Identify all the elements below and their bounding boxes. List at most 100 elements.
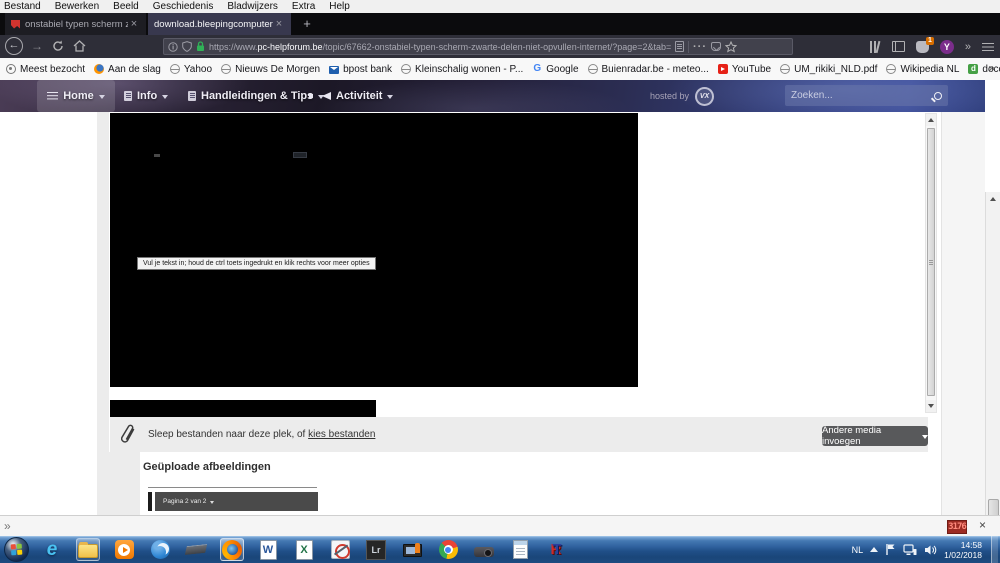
status-overflow-icon[interactable]: » (4, 519, 11, 533)
search-input[interactable] (791, 90, 934, 101)
screen: Bestand Bewerken Beeld Geschiedenis Blad… (0, 0, 1000, 563)
taskbar-internet-explorer[interactable]: e (40, 538, 64, 561)
menu-item-help[interactable]: Help (329, 1, 350, 12)
taskbar-windows-explorer[interactable] (76, 538, 100, 561)
bookmark-um-rikiki-pdf[interactable]: UM_rikiki_NLD.pdf (780, 64, 877, 75)
snipping-tool-icon (330, 540, 350, 559)
taskbar-projector[interactable] (472, 538, 496, 561)
back-button[interactable]: ← (5, 37, 23, 55)
tab-bleepingcomputer[interactable]: download.bleepingcomputer.com/ (148, 13, 291, 35)
bookmark-buienradar[interactable]: Buienradar.be - meteo... (587, 64, 709, 75)
extension-hand-icon[interactable]: 1 (915, 36, 934, 53)
gear-icon (6, 64, 16, 74)
refresh-icon[interactable] (52, 40, 64, 52)
menu-item-bestand[interactable]: Bestand (4, 1, 41, 12)
nav-item-handleidingen[interactable]: Handleidingen & Tips (188, 80, 325, 112)
taskbar-snipping-tool[interactable] (328, 538, 352, 561)
browser-scrollbar[interactable] (985, 192, 1000, 563)
tab-pc-helpforum[interactable]: onstabiel typen scherm zwarte (5, 13, 146, 35)
bookmark-kleinschalig-wonen[interactable]: Kleinschalig wonen - P... (401, 64, 523, 75)
nav-item-info[interactable]: Info (124, 80, 169, 112)
overflow-chevron-icon[interactable]: » (965, 41, 971, 53)
library-icon[interactable] (869, 40, 881, 53)
close-tab-icon[interactable] (128, 18, 140, 30)
firefox-icon (222, 539, 242, 560)
home-icon[interactable] (73, 40, 86, 52)
tray-clock[interactable]: 14:58 1/02/2018 (944, 540, 984, 560)
bookmark-aan-de-slag[interactable]: Aan de slag (94, 64, 161, 75)
language-indicator[interactable]: NL (852, 545, 864, 555)
taskbar-scanner[interactable] (184, 538, 208, 561)
page-icon (124, 91, 132, 101)
chevron-down-icon (98, 94, 105, 99)
menu-item-bladwijzers[interactable]: Bladwijzers (227, 1, 278, 12)
taskbar-remote-desktop[interactable] (400, 538, 424, 561)
volume-icon[interactable] (924, 544, 937, 556)
action-center-flag-icon[interactable] (885, 543, 896, 556)
new-tab-button[interactable]: + (299, 16, 315, 32)
page-margin (941, 112, 985, 515)
page-actions-icon[interactable] (693, 41, 707, 53)
taskbar-chrome[interactable] (436, 538, 460, 561)
attachment-dropzone[interactable]: Sleep bestanden naar deze plek, of kies … (110, 417, 928, 452)
tray-expand-icon[interactable] (870, 547, 879, 552)
bookmark-youtube[interactable]: YouTube (717, 64, 771, 75)
hamburger-menu-icon[interactable] (982, 42, 994, 52)
scanner-icon (184, 543, 208, 556)
bookmark-doccle[interactable]: ddoccle | Nog makkelij... (968, 64, 1000, 75)
taskbar-retrospect[interactable]: RT (544, 538, 568, 561)
bookmark-yahoo[interactable]: Yahoo (169, 64, 212, 75)
taskbar-lightroom[interactable]: Lr (364, 538, 388, 561)
other-media-button[interactable]: Andere media invoegen (822, 425, 928, 447)
page-gutter (97, 112, 109, 452)
menu-item-extra[interactable]: Extra (292, 1, 315, 12)
reader-mode-icon[interactable] (675, 41, 684, 52)
editor-scrollbar[interactable] (925, 113, 937, 413)
taskbar-notepad[interactable] (508, 538, 532, 561)
image-artifact (154, 154, 160, 157)
menu-item-beeld[interactable]: Beeld (113, 1, 139, 12)
nav-item-home[interactable]: Home (37, 80, 115, 112)
taskbar-media-player[interactable] (112, 538, 136, 561)
scroll-up-button[interactable] (926, 114, 936, 126)
bookmark-nieuws-de-morgen[interactable]: Nieuws De Morgen (221, 64, 320, 75)
scroll-down-button[interactable] (926, 400, 936, 412)
taskbar-thunderbird[interactable] (148, 538, 172, 561)
menu-item-bewerken[interactable]: Bewerken (55, 1, 99, 12)
forward-button[interactable]: → (31, 39, 43, 53)
page-content: Vul je tekst in; houd de ctrl toets inge… (0, 112, 1000, 563)
bookmark-meest-bezocht[interactable]: Meest bezocht (6, 64, 85, 75)
menu-item-geschiedenis[interactable]: Geschiedenis (153, 1, 214, 12)
network-icon[interactable] (903, 543, 917, 556)
bookmarks-overflow-icon[interactable]: » (988, 61, 995, 75)
choose-files-link[interactable]: kies bestanden (308, 429, 375, 440)
taskbar: e W X Lr RT NL 14:58 1/02/2018 (0, 536, 1000, 563)
taskbar-excel[interactable]: X (292, 538, 316, 561)
bookmark-star-icon[interactable] (725, 40, 737, 53)
url-bar[interactable]: https://www.pc-helpforum.be/topic/67662-… (163, 38, 793, 55)
taskbar-word[interactable]: W (256, 538, 280, 561)
home-menu-icon (47, 91, 59, 101)
bookmark-bpost-bank[interactable]: bpost bank (329, 64, 392, 75)
site-info-icon[interactable] (168, 41, 178, 52)
page-selector-dropdown[interactable]: Pagina 2 van 2 (155, 492, 318, 511)
search-icon[interactable] (934, 91, 942, 100)
tracking-shield-icon[interactable] (182, 41, 192, 52)
bookmark-wikipedia-nl[interactable]: Wikipedia NL (886, 64, 959, 75)
show-desktop-button[interactable] (991, 536, 998, 563)
forum-search[interactable] (785, 85, 948, 106)
windows-start-button[interactable] (4, 537, 29, 562)
pocket-icon[interactable] (711, 42, 721, 51)
notepad-icon (512, 540, 528, 559)
close-tab-icon[interactable] (273, 18, 285, 30)
taskbar-firefox[interactable] (220, 538, 244, 561)
sidebar-icon[interactable] (891, 41, 905, 52)
nav-item-activiteit[interactable]: Activiteit (309, 80, 394, 112)
extension-y-icon[interactable]: Y (939, 39, 954, 54)
close-icon[interactable] (979, 518, 986, 532)
scroll-up-button[interactable] (988, 193, 998, 205)
editor-scrollbar-thumb[interactable] (927, 128, 935, 396)
vx-logo[interactable]: VX (695, 86, 715, 106)
editor-image-black[interactable]: Vul je tekst in; houd de ctrl toets inge… (110, 113, 638, 387)
bookmark-google[interactable]: G Google (532, 64, 578, 75)
